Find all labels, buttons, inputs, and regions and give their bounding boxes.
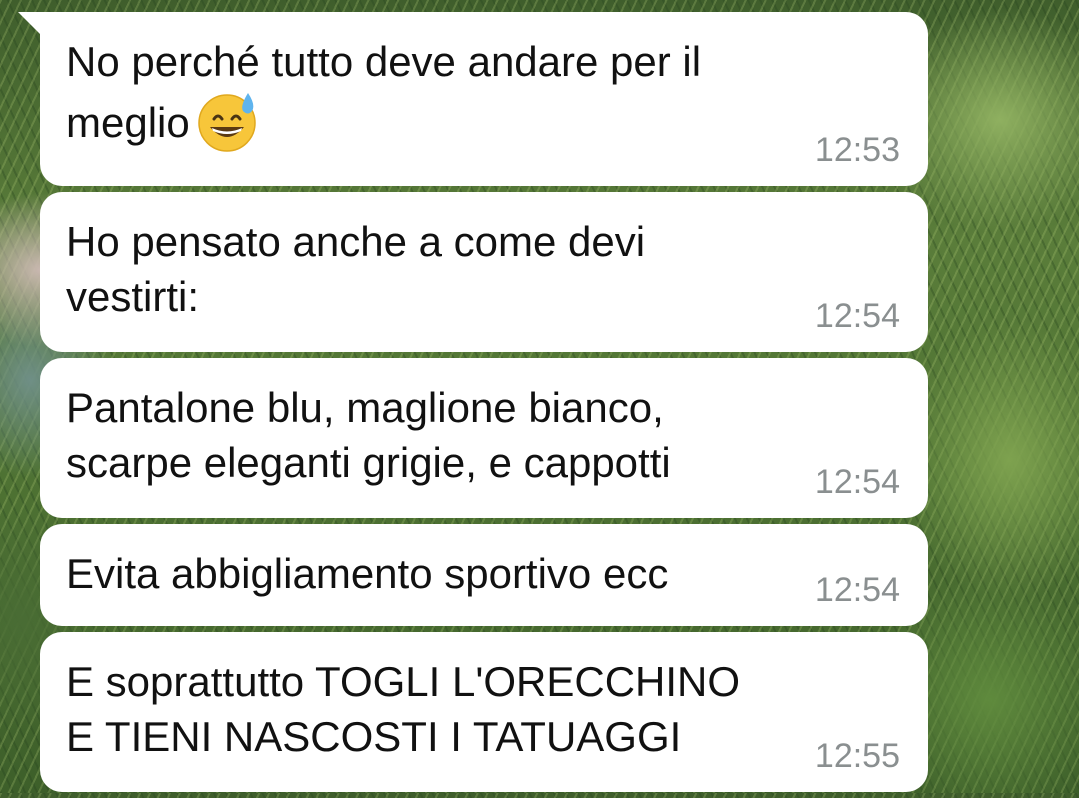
grinning-sweat-emoji-icon — [196, 89, 260, 153]
message-text: E soprattutto TOGLI L'ORECCHINO E TIENI … — [66, 658, 741, 760]
message-bubble[interactable]: Evita abbigliamento sportivo ecc 12:54 — [40, 524, 928, 626]
message-bubble[interactable]: E soprattutto TOGLI L'ORECCHINO E TIENI … — [40, 632, 928, 792]
message-bubble[interactable]: Pantalone blu, maglione bianco, scarpe e… — [40, 358, 928, 518]
message-text: Evita abbigliamento sportivo ecc — [66, 550, 669, 597]
message-timestamp: 12:55 — [814, 737, 900, 775]
message-timestamp: 12:53 — [814, 131, 900, 169]
message-timestamp: 12:54 — [814, 297, 900, 335]
message-timestamp: 12:54 — [814, 571, 900, 609]
message-text: Pantalone blu, maglione bianco, scarpe e… — [66, 384, 671, 486]
message-text: Ho pensato anche a come devi vestirti: — [66, 218, 646, 320]
message-list[interactable]: No perché tutto deve andare per il megli… — [18, 12, 928, 798]
message-bubble[interactable]: Ho pensato anche a come devi vestirti: 1… — [40, 192, 928, 352]
message-bubble[interactable]: No perché tutto deve andare per il megli… — [18, 12, 928, 186]
message-text: No perché tutto deve andare per il megli… — [66, 34, 778, 153]
message-timestamp: 12:54 — [814, 463, 900, 501]
